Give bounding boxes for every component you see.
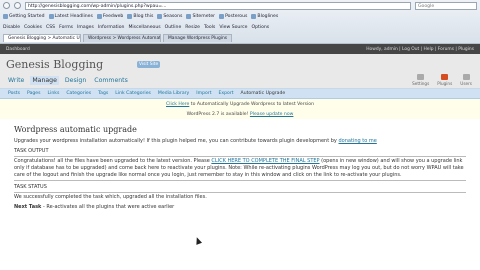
forward-icon[interactable] — [14, 2, 21, 9]
address-bar[interactable]: http://genesisblogging.com/wp-admin/plug… — [25, 1, 411, 10]
toolbar-tools[interactable]: Tools — [204, 25, 215, 30]
toolbar-forms[interactable]: Forms — [59, 25, 73, 30]
submenu-tags[interactable]: Tags — [98, 91, 108, 96]
click-here-link[interactable]: Click Here — [166, 102, 189, 107]
plugins-item[interactable]: Plugins — [437, 74, 452, 86]
bookmark-icon — [48, 14, 54, 19]
webdev-toolbar: Disable Cookies CSS Forms Images Informa… — [0, 22, 480, 33]
update-available-notice: WordPress 2.7 is available! Please updat… — [0, 109, 480, 119]
submenu: Posts Pages Links Categories Tags Link C… — [0, 89, 480, 99]
user-links[interactable]: Howdy, admin | Log Out | Help | Forums |… — [366, 47, 474, 52]
settings-icon — [417, 74, 425, 80]
tab-wordpress-upgrade[interactable]: Wordpress > Wordpress Automatic Up... — [83, 34, 161, 42]
bookmark-icon — [96, 14, 102, 19]
admin-right-menu: Settings Plugins Users — [412, 74, 472, 86]
tab-manage-plugins[interactable]: Manage Wordpress Plugins — [163, 34, 233, 42]
bookmark-icon — [251, 14, 257, 19]
users-icon — [462, 74, 470, 80]
wp-header: Genesis Blogging Visit Site Write Manage… — [0, 54, 480, 89]
back-icon[interactable] — [3, 2, 10, 9]
main-content: Wordpress automatic upgrade Upgrades you… — [0, 119, 480, 211]
next-task: Next Task - Re-activates all the plugins… — [14, 204, 175, 210]
divider — [14, 180, 466, 181]
tab-strip: Genesis Blogging > Automatic Up... Wordp… — [0, 33, 480, 42]
task-output-label: TASK OUTPUT — [14, 148, 49, 154]
bookmarks-bar: Getting Started Latest Headlines Feedweb… — [0, 11, 480, 22]
final-step-link[interactable]: CLICK HERE TO COMPLETE THE FINAL STEP — [211, 158, 319, 164]
browser-chrome: http://genesisblogging.com/wp-admin/plug… — [0, 0, 480, 44]
submenu-media-library[interactable]: Media Library — [158, 91, 189, 96]
menu-manage[interactable]: Manage — [30, 76, 59, 85]
nav-row: http://genesisblogging.com/wp-admin/plug… — [0, 0, 480, 11]
settings-item[interactable]: Settings — [412, 74, 429, 86]
toolbar-options[interactable]: Options — [251, 25, 269, 30]
toolbar-miscellaneous[interactable]: Miscellaneous — [128, 25, 160, 30]
tab-genesis[interactable]: Genesis Blogging > Automatic Up... — [3, 34, 81, 42]
upgrade-notice: Click Here to Automatically Upgrade Word… — [0, 99, 480, 109]
bookmark-item[interactable]: Getting Started — [3, 14, 45, 19]
menu-write[interactable]: Write — [6, 76, 26, 85]
bookmark-item[interactable]: Posterous — [219, 14, 247, 19]
menu-design[interactable]: Design — [63, 76, 88, 85]
menu-comments[interactable]: Comments — [92, 76, 130, 85]
bookmark-item[interactable]: Sitemeter — [186, 14, 215, 19]
bookmark-icon — [186, 14, 192, 19]
dashboard-link[interactable]: Dashboard — [6, 47, 30, 52]
task-status-label: TASK STATUS — [14, 184, 47, 190]
toolbar-disable[interactable]: Disable — [3, 25, 20, 30]
bookmark-item[interactable]: Bloglines — [251, 14, 278, 19]
mouse-cursor-icon — [193, 236, 203, 245]
toolbar-view-source[interactable]: View Source — [219, 25, 247, 30]
next-task-label: Next Task — [14, 204, 42, 210]
bookmark-item[interactable]: Feedweb — [96, 14, 123, 19]
donate-link[interactable]: donating to me — [339, 138, 377, 144]
search-input[interactable]: Google — [415, 1, 477, 10]
toolbar-css[interactable]: CSS — [46, 25, 55, 30]
divider — [14, 192, 466, 193]
bookmark-item[interactable]: Latest Headlines — [48, 14, 93, 19]
toolbar-information[interactable]: Information — [98, 25, 125, 30]
submenu-link-categories[interactable]: Link Categories — [115, 91, 151, 96]
bookmark-icon — [127, 14, 133, 19]
main-menu: Write Manage Design Comments — [6, 76, 130, 85]
bookmark-icon — [219, 14, 225, 19]
bookmark-icon — [157, 14, 163, 19]
bookmark-item[interactable]: Blog this — [127, 14, 153, 19]
submenu-import[interactable]: Import — [196, 91, 211, 96]
toolbar-images[interactable]: Images — [77, 25, 94, 30]
intro-text: Upgrades your wordpress installation aut… — [14, 138, 377, 144]
update-now-link[interactable]: Please update now — [250, 112, 294, 117]
visit-site-button[interactable]: Visit Site — [137, 61, 161, 68]
submenu-posts[interactable]: Posts — [8, 91, 20, 96]
divider — [14, 156, 466, 157]
wp-admin-bar: Dashboard Howdy, admin | Log Out | Help … — [0, 44, 480, 54]
users-item[interactable]: Users — [460, 74, 472, 86]
toolbar-cookies[interactable]: Cookies — [24, 25, 42, 30]
submenu-export[interactable]: Export — [219, 91, 234, 96]
task-output-text: Congratulations! all the files have been… — [14, 158, 464, 178]
bookmark-icon — [3, 14, 8, 19]
plugins-icon — [441, 74, 449, 80]
bookmark-item[interactable]: Seasons — [157, 14, 182, 19]
submenu-pages[interactable]: Pages — [27, 91, 41, 96]
site-title: Genesis Blogging — [6, 58, 104, 71]
task-status-text: We successfully completed the task which… — [14, 194, 207, 200]
submenu-links[interactable]: Links — [48, 91, 60, 96]
page-title: Wordpress automatic upgrade — [14, 125, 137, 134]
submenu-categories[interactable]: Categories — [66, 91, 91, 96]
toolbar-outline[interactable]: Outline — [165, 25, 182, 30]
submenu-automatic-upgrade[interactable]: Automatic Upgrade — [241, 91, 286, 96]
toolbar-resize[interactable]: Resize — [185, 25, 200, 30]
